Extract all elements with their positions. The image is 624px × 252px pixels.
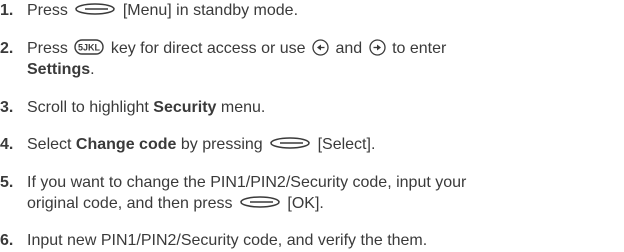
step-text: [OK]. xyxy=(287,195,324,212)
step-text: Press xyxy=(27,2,68,19)
step-text: [Menu] in standby mode. xyxy=(122,2,299,19)
step-number: 5. xyxy=(0,174,14,191)
step-number: 2. xyxy=(0,40,14,57)
step-text: Input new PIN1/PIN2/Security code, and v… xyxy=(27,232,428,249)
step-text: and xyxy=(335,40,363,57)
instruction-page: 1. Press [Menu] in standby mode. 2. Pres… xyxy=(0,0,624,252)
step-text: Select xyxy=(27,136,72,153)
step-text: by pressing xyxy=(180,136,263,153)
step-text: Scroll to highlight xyxy=(27,99,149,116)
step-text: menu. xyxy=(220,99,266,116)
step-text: Press xyxy=(27,40,68,57)
svg-text:5JKL: 5JKL xyxy=(78,43,101,53)
step-number: 4. xyxy=(0,136,14,153)
soft-key-icon xyxy=(240,196,280,209)
step-number: 3. xyxy=(0,99,14,116)
change-code-label: Change code xyxy=(75,136,177,153)
settings-label: Settings xyxy=(27,61,91,78)
step-text: to enter xyxy=(392,40,447,57)
step-number: 6. xyxy=(0,232,14,249)
nav-right-icon xyxy=(368,39,386,56)
step-text: original code, and then press xyxy=(27,195,233,212)
step-text: . xyxy=(90,61,95,78)
step-text: [Select]. xyxy=(317,136,376,153)
step-number: 1. xyxy=(0,2,14,19)
security-label: Security xyxy=(153,99,217,116)
key-5-icon: 5JKL xyxy=(74,39,105,55)
soft-key-icon xyxy=(75,3,116,16)
step-text: If you want to change the PIN1/PIN2/Secu… xyxy=(27,174,467,191)
nav-left-icon xyxy=(312,39,329,56)
soft-key-icon xyxy=(270,137,310,150)
step-text: key for direct access or use xyxy=(110,40,306,57)
